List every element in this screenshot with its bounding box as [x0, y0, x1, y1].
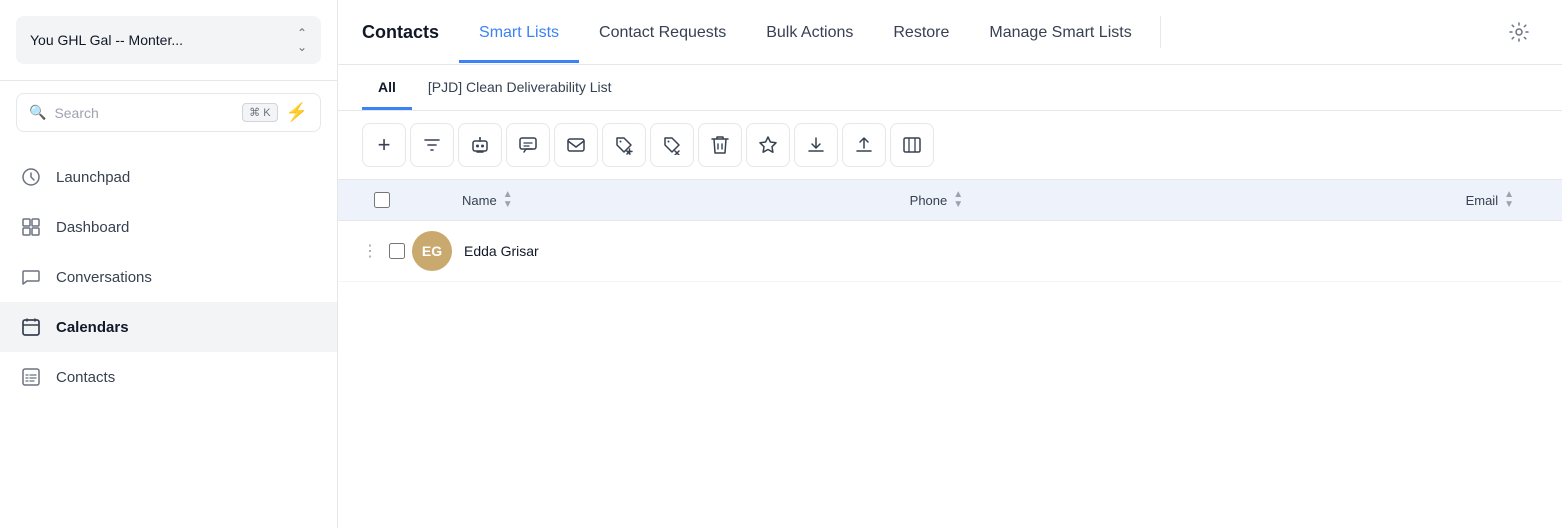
column-email-label: Email [1466, 193, 1499, 208]
top-nav: Contacts Smart Lists Contact Requests Bu… [338, 0, 1562, 65]
dashboard-icon [20, 216, 42, 238]
sidebar-item-launchpad[interactable]: Launchpad [0, 152, 337, 202]
sidebar-item-dashboard-label: Dashboard [56, 219, 129, 236]
sidebar-item-contacts[interactable]: Contacts [0, 352, 337, 402]
sidebar-item-conversations[interactable]: Conversations [0, 252, 337, 302]
sidebar-item-contacts-label: Contacts [56, 369, 115, 386]
contacts-icon [20, 366, 42, 388]
sub-tab-pjd[interactable]: [PJD] Clean Deliverability List [412, 65, 628, 110]
message-button[interactable] [506, 123, 550, 167]
sidebar-item-conversations-label: Conversations [56, 269, 152, 286]
search-bar[interactable]: 🔍 Search ⌘ K ⚡ [16, 93, 321, 132]
sidebar-item-dashboard[interactable]: Dashboard [0, 202, 337, 252]
calendars-icon [20, 316, 42, 338]
column-header-phone[interactable]: Phone ▲▼ [910, 190, 1179, 210]
name-sort-icon: ▲▼ [503, 190, 513, 210]
column-header-name[interactable]: Name ▲▼ [402, 190, 910, 210]
table-area: Name ▲▼ Phone ▲▼ Email ▲▼ ⋮ EG Edda Gris… [338, 180, 1562, 528]
tab-smart-lists[interactable]: Smart Lists [459, 2, 579, 63]
add-tag-button[interactable] [602, 123, 646, 167]
sidebar-nav: Launchpad Dashboard Conversations [0, 144, 337, 528]
toolbar: + [338, 111, 1562, 180]
top-nav-divider [1160, 16, 1161, 48]
tab-contacts[interactable]: Contacts [362, 0, 459, 64]
filter-button[interactable] [410, 123, 454, 167]
table-header-row: Name ▲▼ Phone ▲▼ Email ▲▼ [338, 180, 1562, 221]
tab-manage-smart-lists[interactable]: Manage Smart Lists [969, 2, 1151, 63]
search-kbd: ⌘ K [242, 103, 277, 122]
sidebar-item-calendars[interactable]: Calendars [0, 302, 337, 352]
sidebar-item-calendars-label: Calendars [56, 319, 129, 336]
tab-restore-label: Restore [893, 24, 949, 41]
tab-smart-lists-label: Smart Lists [479, 24, 559, 41]
email-sort-icon: ▲▼ [1504, 190, 1514, 210]
header-checkbox-col [362, 192, 402, 208]
columns-button[interactable] [890, 123, 934, 167]
download-button[interactable] [794, 123, 838, 167]
tab-bulk-actions-label: Bulk Actions [766, 24, 853, 41]
row-checkbox-col [382, 243, 412, 259]
delete-button[interactable] [698, 123, 742, 167]
email-button[interactable] [554, 123, 598, 167]
tab-bulk-actions[interactable]: Bulk Actions [746, 2, 873, 63]
sidebar: You GHL Gal -- Monter... ⌃⌄ 🔍 Search ⌘ K… [0, 0, 338, 528]
search-left: 🔍 Search [29, 104, 99, 121]
row-select-checkbox[interactable] [389, 243, 405, 259]
table-row: ⋮ EG Edda Grisar [338, 221, 1562, 282]
avatar: EG [412, 231, 452, 271]
column-phone-label: Phone [910, 193, 948, 208]
avatar-initials: EG [422, 243, 442, 259]
tab-contact-requests-label: Contact Requests [599, 24, 726, 41]
phone-sort-icon: ▲▼ [953, 190, 963, 210]
bot-button[interactable] [458, 123, 502, 167]
sidebar-item-launchpad-label: Launchpad [56, 169, 130, 186]
row-menu-dots[interactable]: ⋮ [362, 241, 382, 261]
sub-tab-pjd-label: [PJD] Clean Deliverability List [428, 79, 612, 95]
tab-contacts-label: Contacts [362, 22, 439, 42]
sidebar-header: You GHL Gal -- Monter... ⌃⌄ [0, 0, 337, 81]
search-right: ⌘ K ⚡ [242, 102, 308, 123]
tab-restore[interactable]: Restore [873, 2, 969, 63]
sub-tab-all-label: All [378, 79, 396, 95]
upload-button[interactable] [842, 123, 886, 167]
search-icon: 🔍 [29, 104, 46, 121]
column-header-email[interactable]: Email ▲▼ [1178, 190, 1538, 210]
workspace-selector[interactable]: You GHL Gal -- Monter... ⌃⌄ [16, 16, 321, 64]
workspace-name: You GHL Gal -- Monter... [30, 32, 183, 48]
remove-tag-button[interactable] [650, 123, 694, 167]
select-all-checkbox[interactable] [374, 192, 390, 208]
launchpad-icon [20, 166, 42, 188]
tab-manage-smart-lists-label: Manage Smart Lists [989, 24, 1131, 41]
sub-tabs: All [PJD] Clean Deliverability List [338, 65, 1562, 111]
star-button[interactable] [746, 123, 790, 167]
contact-name: Edda Grisar [464, 243, 539, 259]
sub-tab-all[interactable]: All [362, 65, 412, 110]
tab-contact-requests[interactable]: Contact Requests [579, 2, 746, 63]
lightning-icon: ⚡ [286, 102, 308, 123]
column-name-label: Name [462, 193, 497, 208]
chevron-updown-icon: ⌃⌄ [297, 26, 307, 54]
conversations-icon [20, 266, 42, 288]
add-contact-button[interactable]: + [362, 123, 406, 167]
settings-button[interactable] [1500, 13, 1538, 51]
main-content: Contacts Smart Lists Contact Requests Bu… [338, 0, 1562, 528]
search-label: Search [54, 105, 98, 121]
